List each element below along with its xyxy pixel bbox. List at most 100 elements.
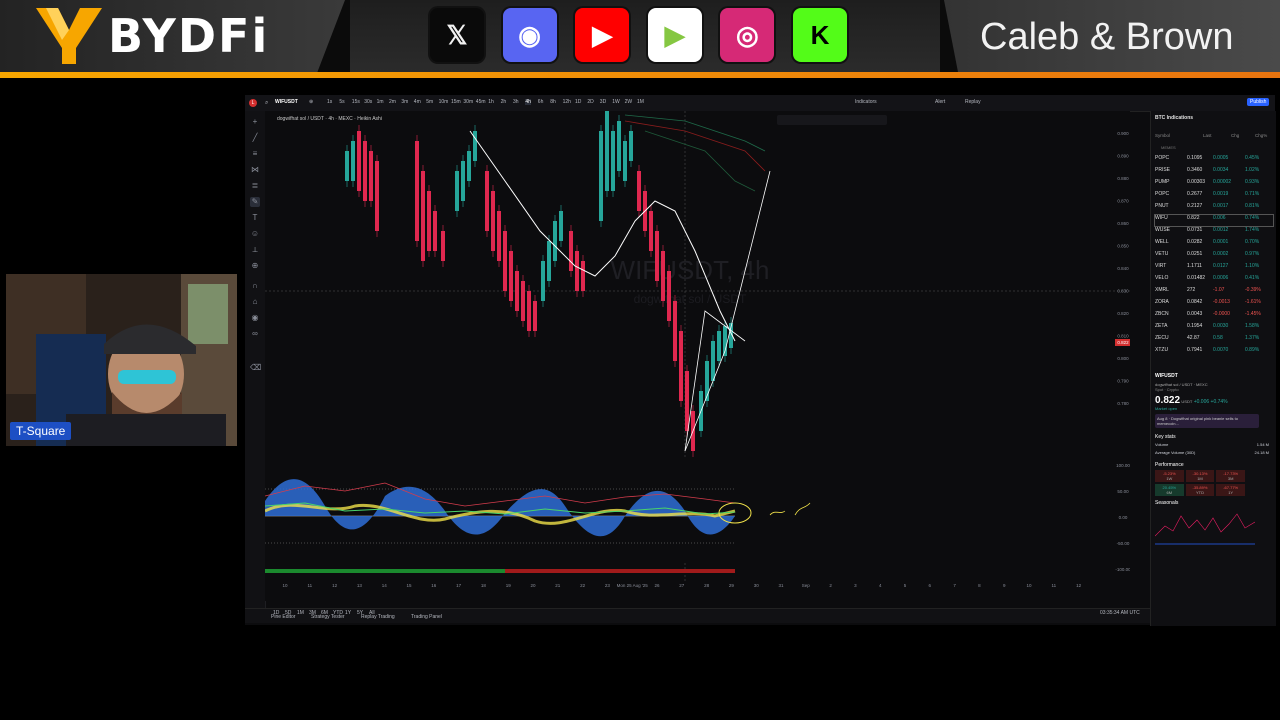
- interval-12h[interactable]: 12h: [563, 99, 571, 105]
- watchlist-row[interactable]: ZECU 42.87 0.58 1.37%: [1155, 335, 1273, 346]
- interval-2W[interactable]: 2W: [625, 99, 633, 105]
- candle: [503, 225, 507, 297]
- emoji-icon[interactable]: ☺: [250, 229, 260, 239]
- replay-button[interactable]: Replay: [965, 99, 981, 105]
- interval-3h[interactable]: 3h: [513, 99, 519, 105]
- watchlist-row[interactable]: POPC 0.2677 0.0019 0.71%: [1155, 191, 1273, 202]
- watchlist-header-last[interactable]: Last: [1203, 133, 1212, 138]
- tab-replay-trading[interactable]: Replay Trading: [361, 614, 395, 620]
- symbol-button[interactable]: WIFUSDT: [275, 99, 298, 105]
- trendline-icon[interactable]: ╱: [250, 133, 260, 143]
- interval-2m[interactable]: 2m: [389, 99, 396, 105]
- interval-1s[interactable]: 1s: [327, 99, 332, 105]
- interval-4m[interactable]: 4m: [414, 99, 421, 105]
- interval-5s[interactable]: 5s: [339, 99, 344, 105]
- text-icon[interactable]: T: [250, 213, 260, 223]
- watchlist-row[interactable]: POPC 0.1095 0.0005 0.45%: [1155, 155, 1273, 166]
- news-item[interactable]: Aug 8 · Dogwifhat original pink beanie s…: [1155, 414, 1259, 428]
- price-tick: 0.810: [1117, 334, 1129, 339]
- crosshair-icon[interactable]: +: [250, 117, 260, 127]
- interval-30m[interactable]: 30m: [463, 99, 473, 105]
- interval-1D[interactable]: 1D: [575, 99, 581, 105]
- youtube-icon[interactable]: ▶: [575, 8, 630, 62]
- zoom-icon[interactable]: ⊕: [250, 261, 260, 271]
- x-icon[interactable]: 𝕏: [430, 8, 484, 62]
- interval-3m[interactable]: 3m: [401, 99, 408, 105]
- watchlist-row[interactable]: ZETA 0.1954 0.0030 1.58%: [1155, 323, 1273, 334]
- compare-icon[interactable]: ⊕: [309, 99, 313, 105]
- market-status: Market open: [1155, 406, 1178, 411]
- interval-1M[interactable]: 1M: [637, 99, 644, 105]
- publish-button[interactable]: Publish: [1247, 98, 1270, 106]
- chart-pane[interactable]: WIFUSDT, 4h dogwifhat sol / USDT dogwifh…: [264, 105, 1131, 601]
- watchlist-row[interactable]: WIFU 0.822 0.006 0.74%: [1154, 214, 1274, 227]
- tab-trading-panel[interactable]: Trading Panel: [411, 614, 442, 620]
- osc-tick: -100.00: [1115, 567, 1130, 572]
- watchlist-header-chg-pct[interactable]: Chg%: [1255, 133, 1267, 138]
- eye-icon[interactable]: ◉: [250, 313, 260, 323]
- ruler-icon[interactable]: ⟂: [250, 245, 260, 255]
- interval-1h[interactable]: 1h: [488, 99, 494, 105]
- trash-icon[interactable]: ⌫: [250, 363, 261, 373]
- watchlist-title[interactable]: BTC Indications: [1155, 115, 1193, 121]
- watchlist-row[interactable]: PNUT 0.2127 0.0017 0.81%: [1155, 203, 1273, 214]
- magnet-icon[interactable]: ∩: [250, 281, 260, 291]
- tab-pine-editor[interactable]: Pine Editor: [271, 614, 295, 620]
- interval-1m[interactable]: 1m: [377, 99, 384, 105]
- performance-cell: -35.89% YTD: [1185, 484, 1215, 496]
- interval-3D[interactable]: 3D: [600, 99, 606, 105]
- watchlist-header-chg[interactable]: Chg: [1231, 133, 1239, 138]
- fib-icon[interactable]: ≡: [250, 149, 260, 159]
- channel-icon[interactable]: ≣: [250, 181, 260, 191]
- interval-6h[interactable]: 6h: [538, 99, 544, 105]
- alert-button[interactable]: Alert: [935, 99, 945, 105]
- rumble-icon[interactable]: ▶: [647, 8, 702, 62]
- link-icon[interactable]: ∞: [250, 329, 260, 339]
- watchlist-row[interactable]: WUSE 0.0731 0.0012 1.74%: [1155, 227, 1273, 238]
- brush-icon[interactable]: ✎: [250, 197, 260, 207]
- lock-icon[interactable]: ⌂: [250, 297, 260, 307]
- interval-10m[interactable]: 10m: [439, 99, 449, 105]
- discord-icon[interactable]: ◉: [502, 8, 557, 62]
- interval-5m[interactable]: 5m: [426, 99, 433, 105]
- performance-period: 1Y: [1228, 490, 1234, 495]
- symbol-search-icon[interactable]: ⌕: [265, 96, 268, 110]
- watchlist-row[interactable]: VIRT 1.1711 0.0127 1.10%: [1155, 263, 1273, 274]
- watchlist-row[interactable]: PRISE 0.3460 0.0034 1.02%: [1155, 167, 1273, 178]
- watchlist-row[interactable]: VELO 0.01482 0.0006 0.41%: [1155, 275, 1273, 286]
- interval-4h[interactable]: 4h: [525, 99, 531, 105]
- watchlist-row[interactable]: XMRL 272 -1.07 -0.39%: [1155, 287, 1273, 298]
- instagram-icon[interactable]: ◎: [720, 8, 775, 62]
- candle: [599, 125, 603, 227]
- tab-strategy-tester[interactable]: Strategy Tester: [311, 614, 345, 620]
- interval-15m[interactable]: 15m: [451, 99, 461, 105]
- interval-45m[interactable]: 45m: [476, 99, 486, 105]
- watchlist-chg: 0.0005: [1213, 155, 1229, 161]
- watchlist-row[interactable]: XTZU 0.7941 0.0070 0.89%: [1155, 347, 1273, 358]
- watchlist-last: 0.01482: [1187, 275, 1206, 281]
- watchlist-header-symbol[interactable]: Symbol: [1155, 133, 1170, 138]
- watchlist-row[interactable]: PUMP 0.00303 0.00002 0.93%: [1155, 179, 1273, 190]
- interval-2D[interactable]: 2D: [587, 99, 593, 105]
- candle: [363, 135, 367, 207]
- watchlist-last: 0.1954: [1187, 323, 1203, 329]
- price-chart[interactable]: WIFUSDT, 4h dogwifhat sol / USDT dogwifh…: [264, 105, 1131, 601]
- watchlist-row[interactable]: ZBCN 0.0043 -0.0000 -1.45%: [1155, 311, 1273, 322]
- drawing-float-toolbar[interactable]: [777, 115, 887, 125]
- interval-8h[interactable]: 8h: [550, 99, 556, 105]
- interval-30s[interactable]: 30s: [364, 99, 372, 105]
- detail-symbol[interactable]: WIFUSDT: [1155, 373, 1273, 379]
- indicators-button[interactable]: Indicators: [855, 99, 877, 105]
- interval-15s[interactable]: 15s: [352, 99, 360, 105]
- watchlist-row[interactable]: VETU 0.0251 0.0002 0.97%: [1155, 251, 1273, 262]
- watchlist-pct: 0.74%: [1245, 215, 1260, 221]
- interval-2h[interactable]: 2h: [501, 99, 507, 105]
- kick-icon[interactable]: K: [793, 8, 847, 62]
- time-tick: 20: [530, 583, 536, 588]
- user-avatar[interactable]: L: [249, 99, 257, 107]
- watchlist-row[interactable]: ZORA 0.0842 -0.0013 -1.61%: [1155, 299, 1273, 310]
- watchlist-row[interactable]: WELL 0.0282 0.0001 0.70%: [1155, 239, 1273, 250]
- pattern-icon[interactable]: ⋈: [250, 165, 260, 175]
- interval-1W[interactable]: 1W: [612, 99, 620, 105]
- watchlist-section[interactable]: MEMES: [1161, 145, 1176, 150]
